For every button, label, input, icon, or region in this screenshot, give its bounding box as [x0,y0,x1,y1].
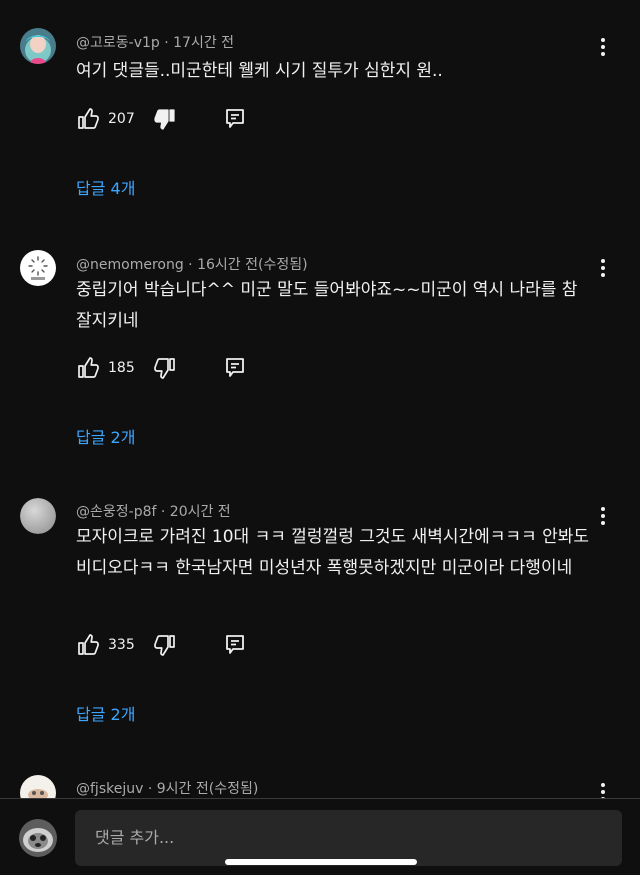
author-name[interactable]: @nemomerong [76,257,184,273]
comment-meta: @고로동-v1p · 17시간 전 [76,32,234,52]
thumbs-up-icon [76,107,100,131]
user-avatar [19,819,57,857]
comment-actions: 185 [76,356,247,380]
more-vert-icon[interactable] [596,504,610,528]
avatar[interactable] [20,498,56,534]
comment-meta: @nemomerong · 16시간 전(수정됨) [76,254,308,274]
meta-separator: · [143,781,157,797]
thumbs-down-icon [153,356,177,380]
reply-icon [223,107,247,131]
thumbs-down-icon [153,107,177,131]
reply-icon [223,356,247,380]
comment-text: 중립기어 박습니다^^ 미군 말도 들어봐야죠~~미군이 역시 나라를 참 잘지… [76,280,578,331]
reply-button[interactable] [223,107,247,131]
like-count: 207 [108,111,135,127]
like-button[interactable]: 185 [76,356,153,380]
comment-actions: 335 [76,633,247,657]
meta-separator: · [156,504,170,520]
reply-button[interactable] [223,633,247,657]
comment-text: 모자이크로 가려진 10대 ㅋㅋ 껄렁껄렁 그것도 새벽시간에ㅋㅋㅋ 안봐도비디… [76,527,590,578]
reply-button[interactable] [223,356,247,380]
like-button[interactable]: 335 [76,633,153,657]
author-name[interactable]: @손웅정-p8f [76,504,156,520]
thumbs-up-icon [76,356,100,380]
thumbs-down-icon [153,633,177,657]
dislike-button[interactable] [153,107,177,131]
timestamp: 20시간 전 [169,504,231,520]
author-name[interactable]: @고로동-v1p [76,35,160,51]
timestamp: 9시간 전(수정됨) [156,781,259,797]
comment-actions: 207 [76,107,247,131]
view-replies-link[interactable]: 답글 2개 [76,701,135,725]
author-name[interactable]: @fjskejuv [76,781,143,797]
like-count: 335 [108,637,135,653]
more-vert-icon[interactable] [596,256,610,280]
timestamp: 17시간 전 [173,35,235,51]
comment-meta: @fjskejuv · 9시간 전(수정됨) [76,778,258,798]
meta-separator: · [183,257,198,273]
like-button[interactable]: 207 [76,107,153,131]
comment-text: 여기 댓글들..미군한테 웰케 시기 질투가 심한지 원.. [76,61,443,81]
avatar[interactable] [20,28,56,64]
dislike-button[interactable] [153,356,177,380]
thumbs-up-icon [76,633,100,657]
view-replies-link[interactable]: 답글 2개 [76,424,135,448]
meta-separator: · [159,35,174,51]
reply-icon [223,633,247,657]
comment-meta: @손웅정-p8f · 20시간 전 [76,501,231,521]
home-indicator [225,859,417,865]
timestamp: 16시간 전(수정됨) [197,257,308,273]
like-count: 185 [108,360,135,376]
dislike-button[interactable] [153,633,177,657]
more-vert-icon[interactable] [596,35,610,59]
view-replies-link[interactable]: 답글 4개 [76,175,135,199]
avatar[interactable] [20,250,56,286]
add-comment-input[interactable]: 댓글 추가... [75,810,622,866]
